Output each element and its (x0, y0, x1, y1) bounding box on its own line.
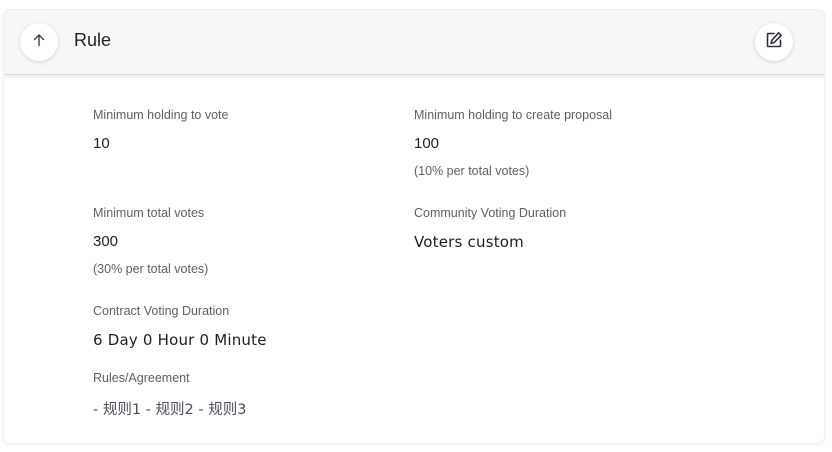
edit-icon (764, 30, 784, 55)
min-total-votes-value: 300 (93, 233, 119, 250)
contract-voting-duration-value: 6 Day 0 Hour 0 Minute (93, 331, 267, 349)
min-holding-proposal-field: Minimum holding to create proposal 100 (… (414, 108, 612, 178)
min-total-votes-label: Minimum total votes (93, 206, 205, 220)
min-holding-vote-label: Minimum holding to vote (93, 108, 229, 122)
min-holding-proposal-note: (10% per total votes) (414, 164, 530, 178)
community-voting-duration-field: Community Voting Duration Voters custom (414, 206, 566, 251)
edit-button[interactable] (755, 23, 793, 61)
rules-agreement-label: Rules/Agreement (93, 371, 190, 385)
min-holding-proposal-value: 100 (414, 135, 440, 152)
card-header: Rule (4, 10, 824, 75)
min-total-votes-note: (30% per total votes) (93, 262, 209, 276)
arrow-up-icon (31, 32, 47, 53)
contract-voting-duration-field: Contract Voting Duration 6 Day 0 Hour 0 … (93, 304, 267, 349)
min-holding-vote-value: 10 (93, 135, 110, 152)
min-holding-vote-field: Minimum holding to vote 10 (93, 108, 228, 152)
community-voting-duration-label: Community Voting Duration (414, 206, 567, 220)
rules-agreement-field: Rules/Agreement - 规则1 - 规则2 - 规则3 (93, 371, 246, 419)
min-total-votes-field: Minimum total votes 300 (30% per total v… (93, 206, 208, 276)
min-holding-proposal-label: Minimum holding to create proposal (414, 108, 613, 122)
contract-voting-duration-label: Contract Voting Duration (93, 304, 230, 318)
collapse-button[interactable] (20, 23, 58, 61)
page-title: Rule (74, 30, 112, 50)
rules-agreement-value: - 规则1 - 规则2 - 规则3 (93, 402, 247, 418)
community-voting-duration-value: Voters custom (414, 233, 524, 251)
rule-card: Rule Minimum holding to vote 10 Minimum … (4, 10, 824, 443)
